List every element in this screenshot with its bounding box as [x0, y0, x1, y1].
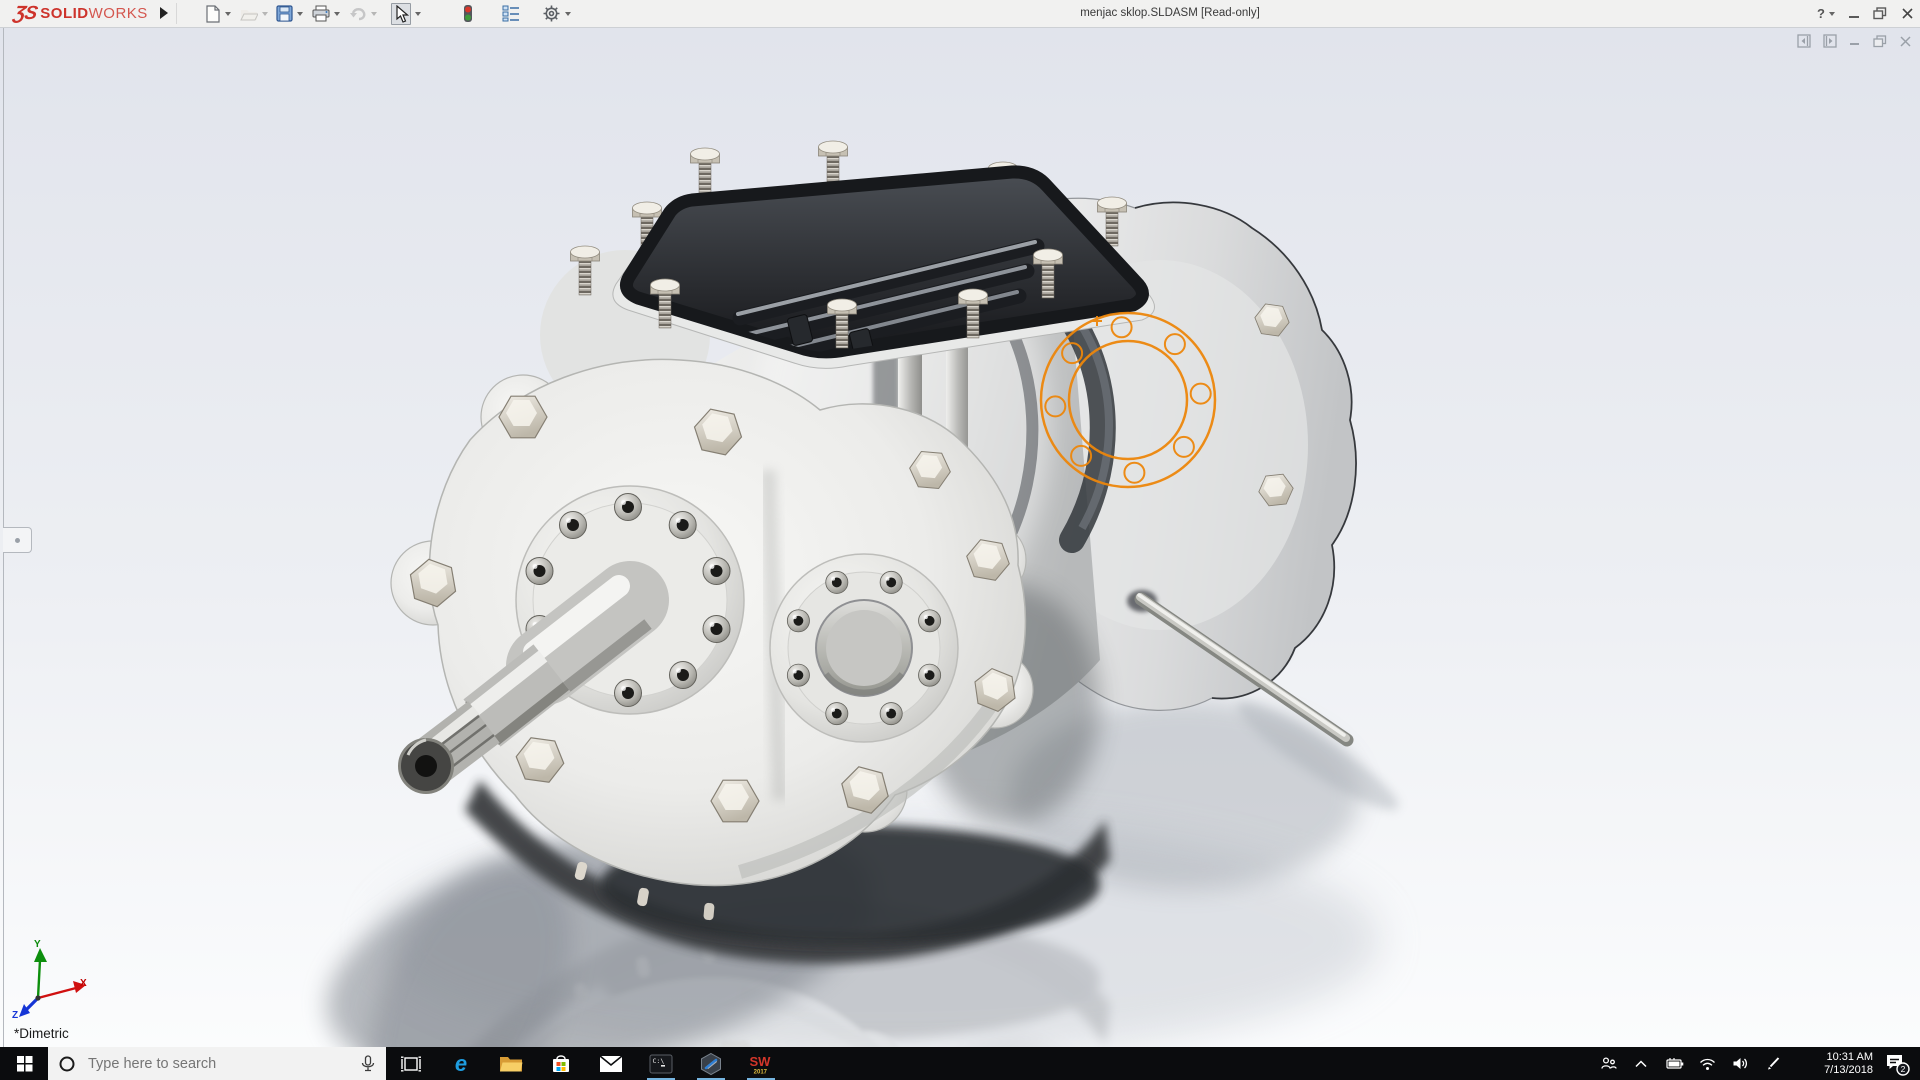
undo-button[interactable]	[349, 1, 377, 26]
pen-icon	[1765, 1056, 1781, 1071]
store-icon	[550, 1053, 572, 1075]
restore-button[interactable]	[1873, 7, 1887, 20]
child-close-button[interactable]	[1899, 35, 1912, 48]
start-button[interactable]	[0, 1047, 48, 1080]
people-icon	[1600, 1056, 1617, 1071]
undo-icon	[349, 6, 367, 22]
edge-icon: e	[449, 1052, 473, 1076]
file-properties-icon	[502, 5, 520, 22]
battery-button[interactable]	[1661, 1047, 1687, 1080]
taskbar-app-edge[interactable]: e	[436, 1047, 486, 1080]
select-dropdown[interactable]	[415, 12, 421, 16]
taskbar-search-box[interactable]	[48, 1047, 386, 1080]
pane-left-button[interactable]	[1797, 34, 1811, 48]
taskbar-app-store[interactable]	[536, 1047, 586, 1080]
command-prompt-icon: C:\	[649, 1054, 673, 1074]
battery-icon	[1665, 1057, 1684, 1070]
tray-time: 10:31 AM	[1797, 1051, 1873, 1064]
task-view-icon	[400, 1054, 422, 1074]
open-button[interactable]	[240, 1, 268, 26]
taskbar-app-file-explorer[interactable]	[486, 1047, 536, 1080]
help-button[interactable]: ?	[1817, 6, 1835, 21]
open-folder-icon	[240, 6, 258, 22]
select-button-pressed-state	[391, 3, 411, 25]
rebuild-button[interactable]	[462, 1, 474, 26]
action-center-icon: 2	[1884, 1051, 1910, 1077]
save-button[interactable]	[276, 1, 303, 26]
new-document-dropdown[interactable]	[225, 12, 231, 16]
hidden-icons-button[interactable]	[1628, 1047, 1654, 1080]
taskbar-app-command-prompt[interactable]: C:\	[636, 1047, 686, 1080]
3d-viewport-scene[interactable]	[0, 0, 1920, 1080]
windows-ink-button[interactable]	[1760, 1047, 1786, 1080]
solidworks-logo-glyph: ƷS	[12, 3, 39, 25]
cmd-glyph: C:\	[653, 1057, 665, 1065]
help-label: ?	[1817, 6, 1825, 21]
file-properties-button[interactable]	[502, 1, 520, 26]
solidworks-logo: ƷS SOLIDWORKS	[14, 0, 148, 27]
wifi-icon	[1699, 1057, 1716, 1071]
edge-glyph: e	[455, 1052, 467, 1076]
open-dropdown[interactable]	[262, 12, 268, 16]
feature-panel-splitter-handle[interactable]	[3, 527, 32, 553]
cortana-icon	[58, 1055, 76, 1073]
taskbar-clock[interactable]: 10:31 AM 7/13/2018	[1797, 1051, 1873, 1077]
child-restore-button[interactable]	[1873, 35, 1887, 48]
sw-glyph: SW	[750, 1054, 772, 1069]
windows-taskbar: e C:\	[0, 1047, 1920, 1080]
tray-date: 7/13/2018	[1797, 1064, 1873, 1077]
windows-logo-icon	[16, 1055, 33, 1072]
splitter-dot	[15, 538, 20, 543]
undo-dropdown[interactable]	[371, 12, 377, 16]
save-icon	[276, 5, 293, 22]
action-center-button[interactable]: 2	[1880, 1047, 1914, 1080]
mail-icon	[599, 1055, 623, 1073]
volume-button[interactable]	[1727, 1047, 1753, 1080]
taskbar-app-hexagon[interactable]	[686, 1047, 736, 1080]
document-title: menjac sklop.SLDASM [Read-only]	[1080, 7, 1260, 19]
volume-icon	[1732, 1056, 1749, 1071]
help-dropdown[interactable]	[1829, 12, 1835, 16]
minimize-button[interactable]	[1849, 16, 1859, 18]
taskbar-app-mail[interactable]	[586, 1047, 636, 1080]
sw-year: 2017	[754, 1069, 768, 1075]
hidden-icons-chevron-icon	[1634, 1059, 1648, 1069]
titlebar: ƷS SOLIDWORKS	[0, 0, 1920, 28]
taskbar-app-solidworks[interactable]: SW 2017	[736, 1047, 786, 1080]
options-gear-icon	[542, 4, 561, 23]
save-dropdown[interactable]	[297, 12, 303, 16]
wifi-button[interactable]	[1694, 1047, 1720, 1080]
print-button[interactable]	[312, 1, 340, 26]
options-dropdown[interactable]	[565, 12, 571, 16]
new-document-button[interactable]	[204, 1, 231, 26]
solidworks-2017-icon: SW 2017	[748, 1052, 774, 1076]
file-explorer-icon	[499, 1054, 523, 1074]
search-input[interactable]	[86, 1055, 350, 1073]
menu-flyout-arrow-icon[interactable]	[160, 7, 168, 19]
options-button[interactable]	[542, 1, 571, 26]
new-document-icon	[204, 5, 221, 23]
print-icon	[312, 5, 330, 22]
select-button[interactable]	[391, 1, 421, 26]
close-button[interactable]	[1901, 7, 1914, 20]
microphone-icon[interactable]	[360, 1055, 376, 1073]
toolbar-separator	[176, 3, 177, 24]
notification-badge: 2	[1901, 1064, 1906, 1074]
people-button[interactable]	[1595, 1047, 1621, 1080]
print-dropdown[interactable]	[334, 12, 340, 16]
pane-right-button[interactable]	[1823, 34, 1837, 48]
child-minimize-button[interactable]	[1849, 35, 1861, 47]
select-cursor-icon	[393, 5, 409, 23]
hexagon-app-icon	[699, 1052, 723, 1076]
taskbar-app-task-view[interactable]	[386, 1047, 436, 1080]
rebuild-traffic-light-icon	[462, 4, 474, 23]
